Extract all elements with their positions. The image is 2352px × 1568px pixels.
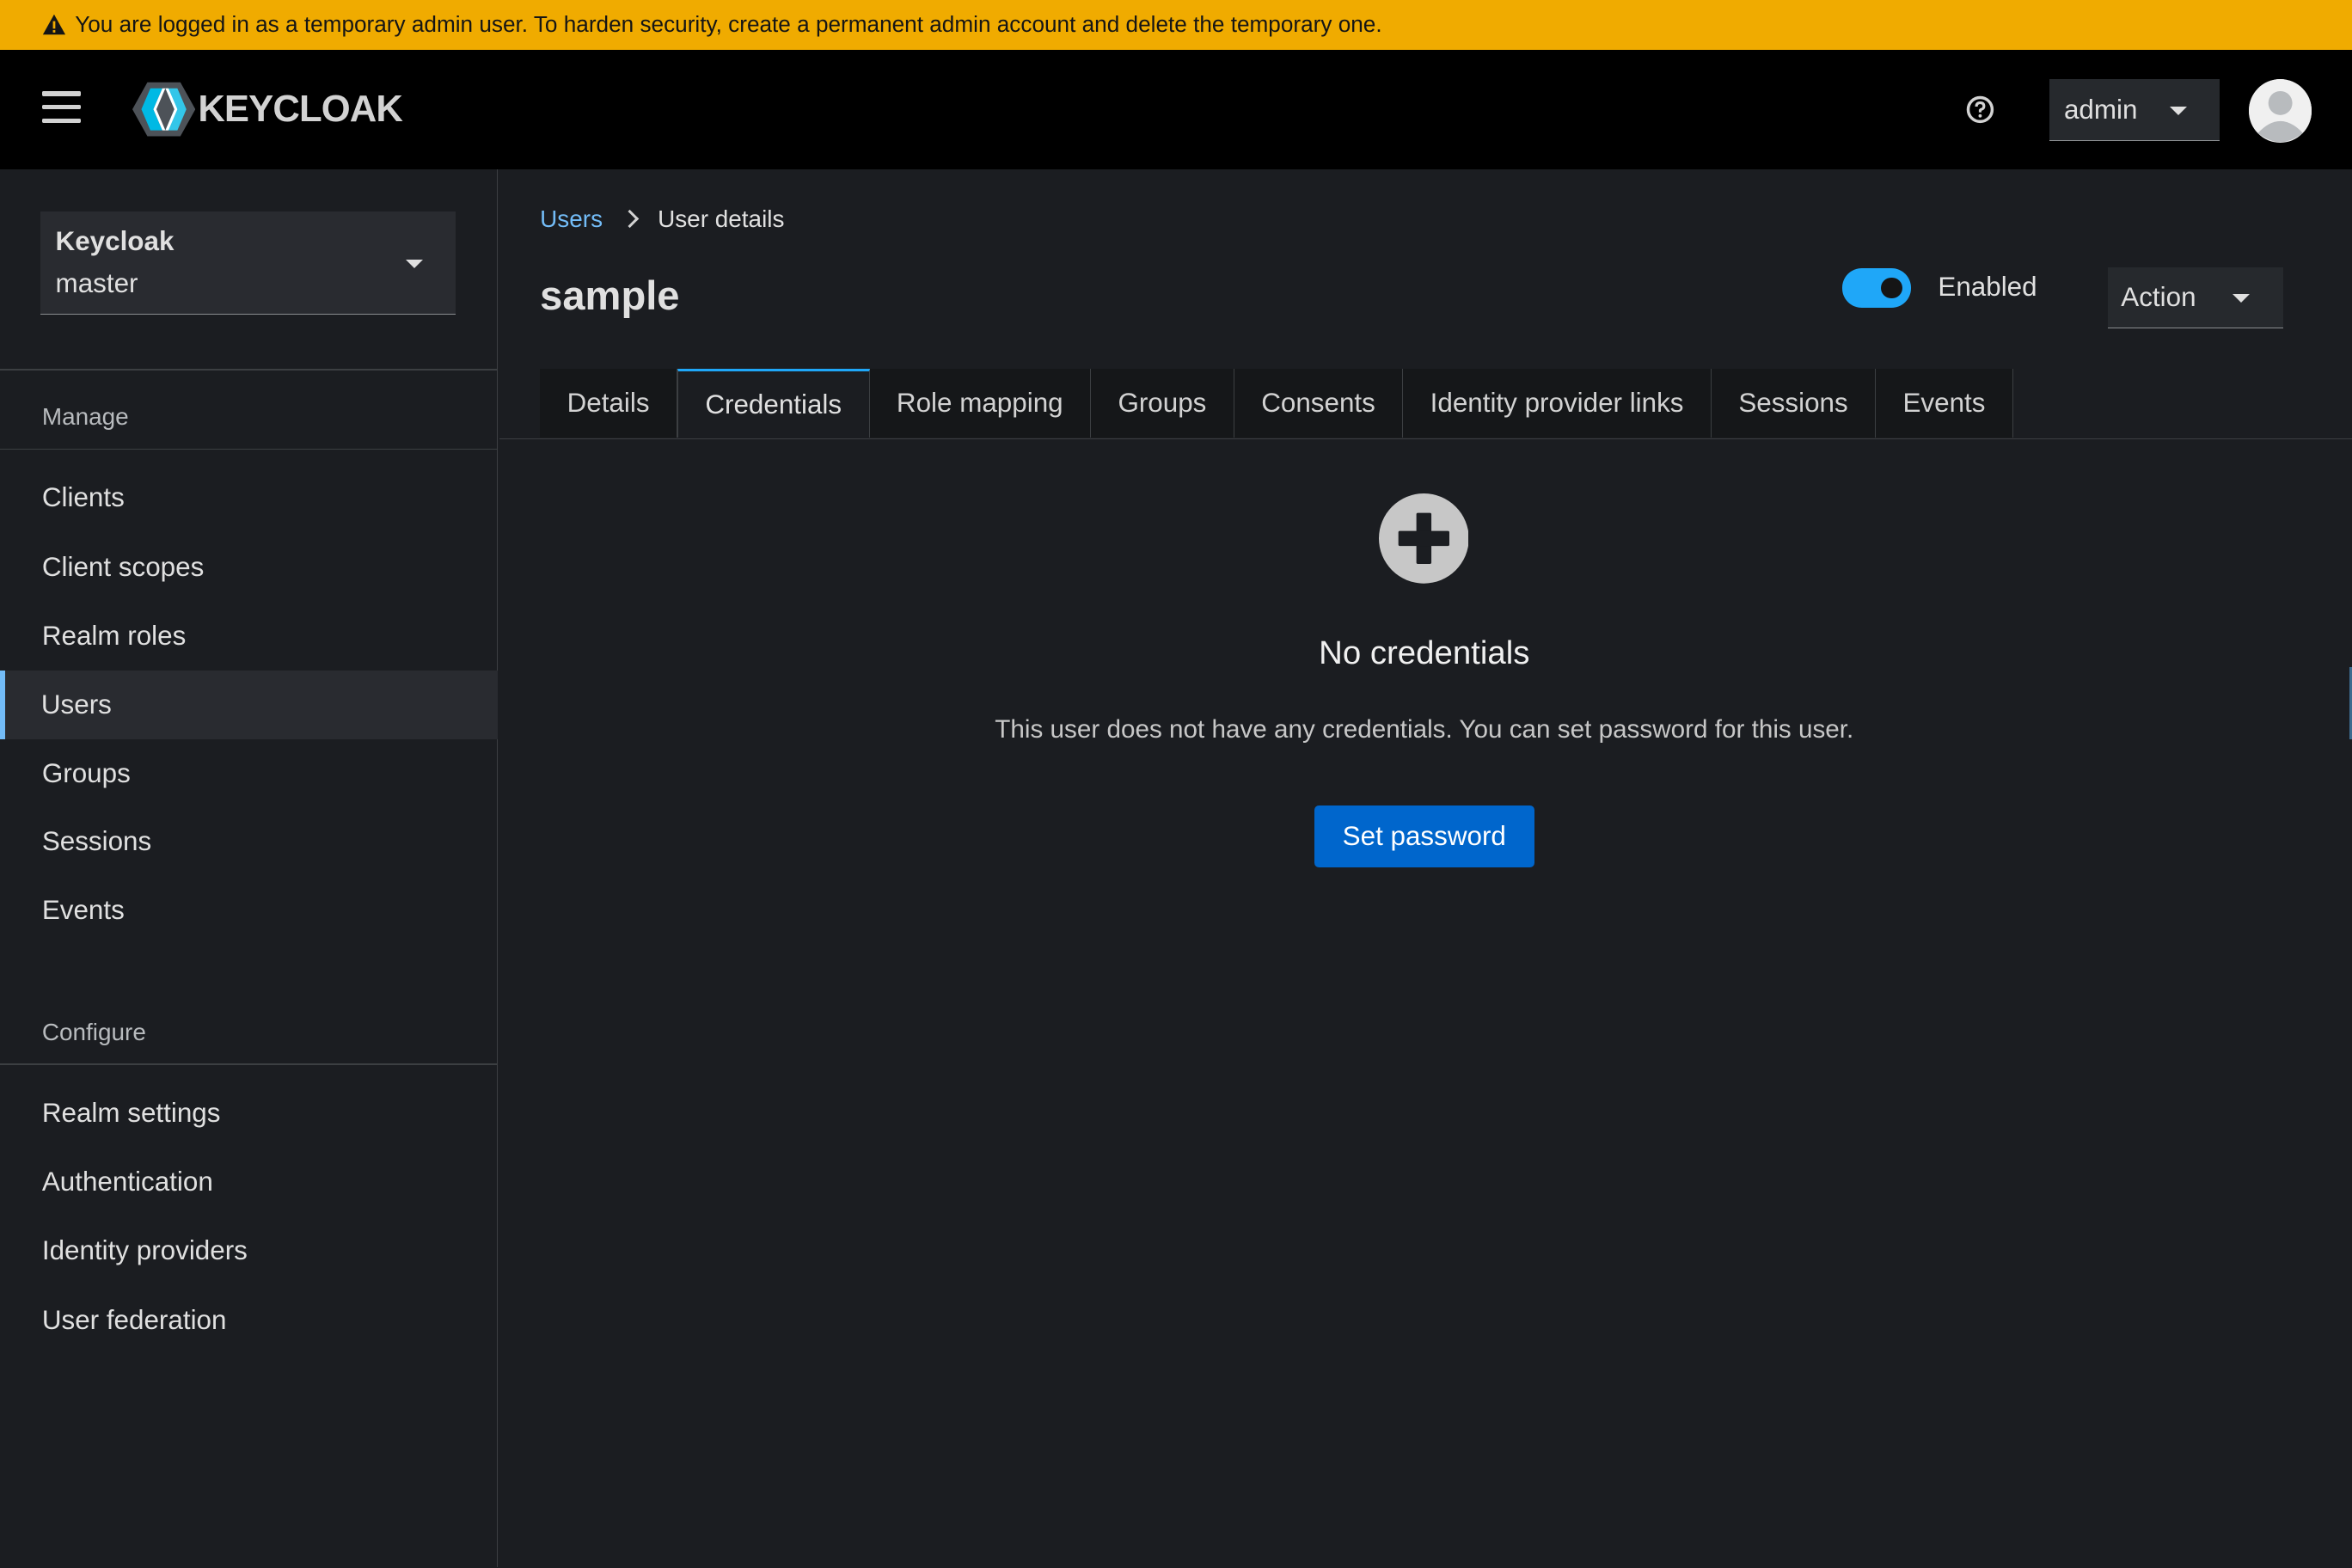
keycloak-hexagon-icon (132, 82, 195, 137)
breadcrumb-users-link[interactable]: Users (540, 205, 603, 233)
main-content: Users User details sample Enabled Action… (499, 169, 2352, 1567)
divider (0, 1063, 499, 1065)
sidebar-item-realm-roles[interactable]: Realm roles (0, 602, 498, 671)
hamburger-menu-icon[interactable] (41, 91, 82, 127)
scrollbar[interactable] (2349, 667, 2352, 740)
admin-warning-banner: You are logged in as a temporary admin u… (0, 0, 2352, 50)
realm-product-label: Keycloak (55, 226, 175, 257)
sidebar-item-groups[interactable]: Groups (0, 739, 498, 808)
user-dropdown-label: admin (2063, 94, 2138, 125)
section-title-configure: Configure (41, 1018, 146, 1045)
chevron-right-icon (621, 210, 640, 229)
action-dropdown[interactable]: Action (2107, 266, 2283, 329)
plus-circle-icon (1378, 493, 1469, 584)
tab-sessions[interactable]: Sessions (1711, 369, 1877, 438)
tab-role-mapping[interactable]: Role mapping (869, 369, 1092, 438)
user-dropdown[interactable]: admin (2049, 79, 2220, 141)
breadcrumb-current: User details (658, 205, 785, 233)
sidebar-item-identity-providers[interactable]: Identity providers (0, 1216, 498, 1285)
set-password-button[interactable]: Set password (1314, 805, 1535, 867)
sidebar-item-client-scopes[interactable]: Client scopes (0, 532, 498, 601)
tabs-divider (499, 438, 2352, 440)
sidebar-item-sessions[interactable]: Sessions (0, 807, 498, 876)
user-tabs: Details Credentials Role mapping Groups … (540, 369, 2013, 438)
caret-down-icon (2233, 293, 2251, 303)
sidebar-item-clients[interactable]: Clients (0, 463, 498, 532)
masthead: KEYCLOAK admin (0, 49, 2352, 170)
help-icon[interactable] (1965, 95, 1995, 125)
keycloak-logo[interactable]: KEYCLOAK (132, 79, 403, 139)
empty-state-title: No credentials (1319, 634, 1530, 672)
toggle-knob (1881, 277, 1902, 299)
user-avatar-icon (2248, 79, 2312, 143)
tab-groups[interactable]: Groups (1091, 369, 1234, 438)
caret-down-icon (2170, 106, 2188, 115)
sidebar-item-users[interactable]: Users (0, 670, 499, 740)
realm-selector[interactable]: Keycloak master (40, 211, 456, 315)
tab-credentials[interactable]: Credentials (677, 369, 870, 438)
tab-details[interactable]: Details (540, 369, 677, 438)
page-title: sample (540, 272, 680, 318)
logo-text: KEYCLOAK (198, 88, 403, 130)
empty-state-body: This user does not have any credentials.… (995, 715, 1854, 744)
enabled-toggle-label: Enabled (1938, 271, 2037, 302)
realm-name-label: master (55, 268, 138, 299)
tab-events[interactable]: Events (1876, 369, 2013, 438)
caret-down-icon (406, 259, 424, 268)
avatar[interactable] (2248, 79, 2312, 143)
sidebar-item-realm-settings[interactable]: Realm settings (0, 1079, 498, 1148)
breadcrumb: Users User details (540, 205, 784, 233)
sidebar-item-authentication[interactable]: Authentication (0, 1148, 498, 1216)
tab-consents[interactable]: Consents (1234, 369, 1404, 438)
tab-identity-provider-links[interactable]: Identity provider links (1403, 369, 1712, 438)
divider (0, 369, 499, 371)
warning-triangle-icon (42, 14, 65, 35)
banner-text: You are logged in as a temporary admin u… (75, 11, 1382, 38)
enabled-toggle[interactable] (1841, 268, 1911, 308)
section-title-manage: Manage (41, 403, 129, 431)
sidebar-item-events[interactable]: Events (0, 876, 498, 945)
divider (0, 448, 499, 450)
sidebar: Keycloak master Manage Clients Client sc… (0, 169, 499, 1568)
sidebar-item-user-federation[interactable]: User federation (0, 1285, 498, 1354)
action-dropdown-label: Action (2121, 281, 2196, 312)
